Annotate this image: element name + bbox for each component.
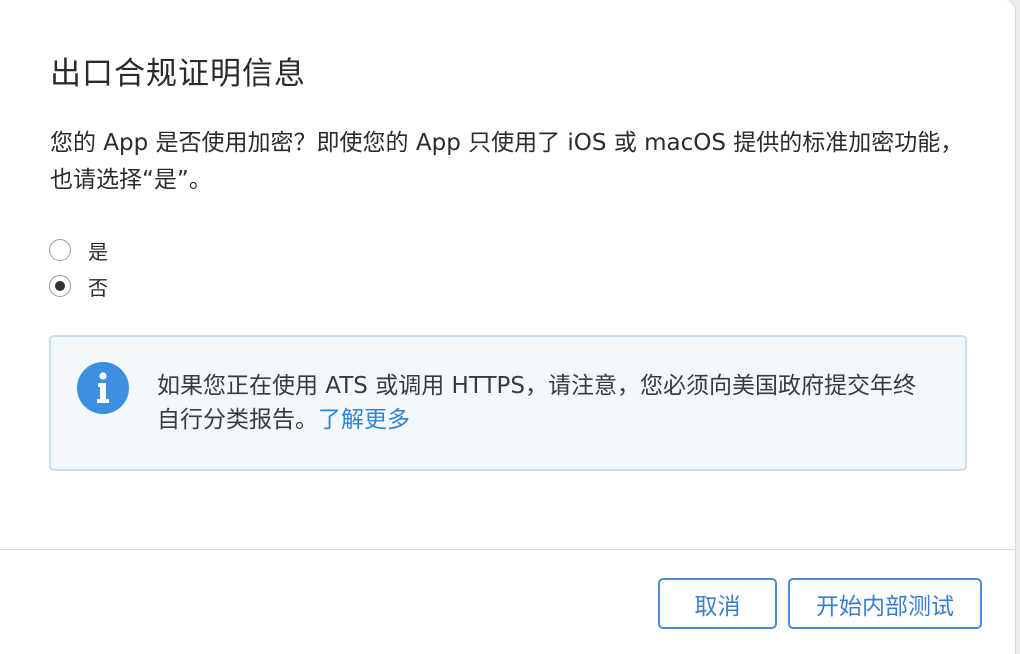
info-notice-body: 如果您正在使用 ATS 或调用 HTTPS，请注意，您必须向美国政府提交年终自行…	[157, 373, 916, 433]
info-notice-text: 如果您正在使用 ATS 或调用 HTTPS，请注意，您必须向美国政府提交年终自行…	[157, 369, 937, 437]
option-no-label: 否	[88, 275, 108, 300]
start-internal-testing-button[interactable]: 开始内部测试	[788, 578, 982, 629]
option-yes[interactable]: 是	[49, 236, 108, 264]
dialog-title: 出口合规证明信息	[50, 56, 306, 92]
radio-yes[interactable]	[49, 239, 71, 261]
info-notice: 如果您正在使用 ATS 或调用 HTTPS，请注意，您必须向美国政府提交年终自行…	[49, 335, 967, 471]
cancel-button[interactable]: 取消	[658, 578, 777, 629]
option-no[interactable]: 否	[49, 272, 108, 300]
encryption-question: 您的 App 是否使用加密？即使您的 App 只使用了 iOS 或 macOS …	[50, 130, 964, 193]
export-compliance-dialog: 出口合规证明信息 您的 App 是否使用加密？即使您的 App 只使用了 iOS…	[0, 0, 1016, 654]
info-icon	[77, 362, 129, 414]
radio-no[interactable]	[49, 275, 71, 297]
option-yes-label: 是	[88, 239, 108, 264]
learn-more-link[interactable]: 了解更多	[318, 407, 410, 433]
footer-divider	[0, 549, 1016, 550]
